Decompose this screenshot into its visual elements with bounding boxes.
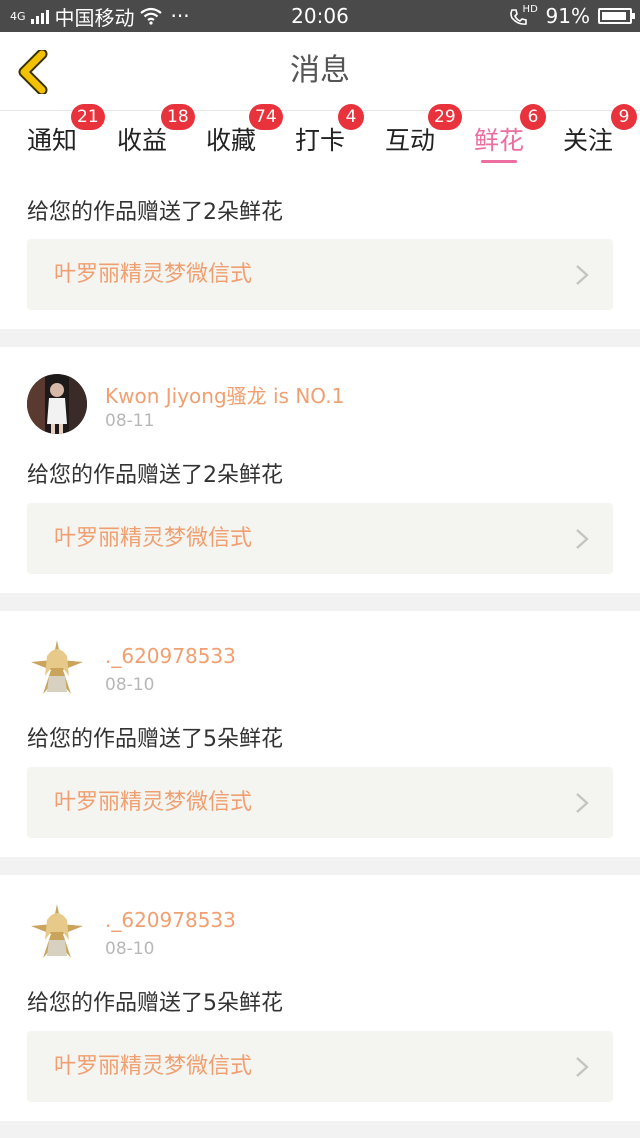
tab-label: 打卡 xyxy=(295,126,346,155)
work-title: 叶罗丽精灵梦微信式 xyxy=(54,262,253,287)
network-label: 4G xyxy=(10,9,26,23)
battery-percent: 91% xyxy=(545,4,590,28)
chevron-right-icon xyxy=(576,1057,589,1077)
message-text: 给您的作品赠送了2朵鲜花 xyxy=(27,200,283,225)
tab-badge: 4 xyxy=(338,104,364,130)
work-link[interactable]: 叶罗丽精灵梦微信式 xyxy=(27,1031,613,1102)
message-card: ._620978533 08-10 给您的作品赠送了5朵鲜花 叶罗丽精灵梦微信式 xyxy=(0,875,640,1121)
work-link[interactable]: 叶罗丽精灵梦微信式 xyxy=(27,503,613,574)
signal-icon xyxy=(30,8,49,24)
tab-label: 收益 xyxy=(117,126,168,155)
username[interactable]: Kwon Jiyong骚龙 is NO.1 xyxy=(105,380,344,409)
more-indicator: ··· xyxy=(170,4,190,28)
chevron-right-icon xyxy=(576,265,589,285)
message-card: Kwon Jiyong骚龙 is NO.1 08-11 给您的作品赠送了2朵鲜花… xyxy=(0,347,640,593)
tab-badge: 6 xyxy=(520,104,546,130)
work-link[interactable]: 叶罗丽精灵梦微信式 xyxy=(27,767,613,838)
message-date: 08-11 xyxy=(105,411,155,431)
avatar[interactable] xyxy=(27,902,87,962)
tab-badge: 29 xyxy=(428,104,462,130)
avatar[interactable] xyxy=(27,638,87,698)
status-right: HD 91% xyxy=(508,0,635,32)
work-title: 叶罗丽精灵梦微信式 xyxy=(54,790,253,815)
status-left: 4G 中国移动 ··· xyxy=(10,0,190,32)
back-arrow-icon[interactable] xyxy=(14,50,54,94)
photo-avatar-icon xyxy=(27,374,87,434)
message-text: 给您的作品赠送了5朵鲜花 xyxy=(27,727,283,752)
tab-badge: 18 xyxy=(161,104,195,130)
page-title: 消息 xyxy=(290,53,350,88)
carrier-name: 中国移动 xyxy=(54,5,135,30)
work-link[interactable]: 叶罗丽精灵梦微信式 xyxy=(27,239,613,310)
status-bar: 4G 中国移动 ··· 20:06 HD 91% xyxy=(0,0,640,32)
app-header: 消息 xyxy=(0,32,640,111)
hd-call-icon: HD xyxy=(508,4,538,28)
tab-badge: 74 xyxy=(249,104,283,130)
tab-badge: 21 xyxy=(71,104,105,130)
work-title: 叶罗丽精灵梦微信式 xyxy=(54,526,253,551)
tab-label: 收藏 xyxy=(206,126,257,155)
battery-level xyxy=(602,12,626,20)
message-date: 08-10 xyxy=(105,939,155,959)
message-text: 给您的作品赠送了5朵鲜花 xyxy=(27,991,283,1016)
work-title: 叶罗丽精灵梦微信式 xyxy=(54,1054,253,1079)
tab-label: 鲜花 xyxy=(474,126,525,155)
chevron-right-icon xyxy=(576,793,589,813)
message-card: 给您的作品赠送了2朵鲜花 叶罗丽精灵梦微信式 xyxy=(0,174,640,329)
star-girl-avatar-icon xyxy=(27,638,87,698)
message-text: 给您的作品赠送了2朵鲜花 xyxy=(27,463,283,488)
avatar[interactable] xyxy=(27,374,87,434)
star-girl-avatar-icon xyxy=(27,902,87,962)
tab-label: 关注 xyxy=(563,126,614,155)
chevron-right-icon xyxy=(576,529,589,549)
wifi-icon xyxy=(139,7,162,25)
hd-label: HD xyxy=(522,4,538,15)
tab-label: 通知 xyxy=(27,126,78,155)
message-card: ._620978533 08-10 给您的作品赠送了5朵鲜花 叶罗丽精灵梦微信式 xyxy=(0,611,640,857)
username[interactable]: ._620978533 xyxy=(105,644,236,668)
active-tab-indicator xyxy=(481,160,517,163)
username[interactable]: ._620978533 xyxy=(105,908,236,932)
tab-bar: 通知 21 收益 18 收藏 74 打卡 4 互动 29 鲜花 6 关注 9 xyxy=(0,104,640,174)
tab-badge: 9 xyxy=(611,104,637,130)
tab-label: 互动 xyxy=(385,126,436,155)
battery-icon xyxy=(598,8,635,24)
message-date: 08-10 xyxy=(105,675,155,695)
